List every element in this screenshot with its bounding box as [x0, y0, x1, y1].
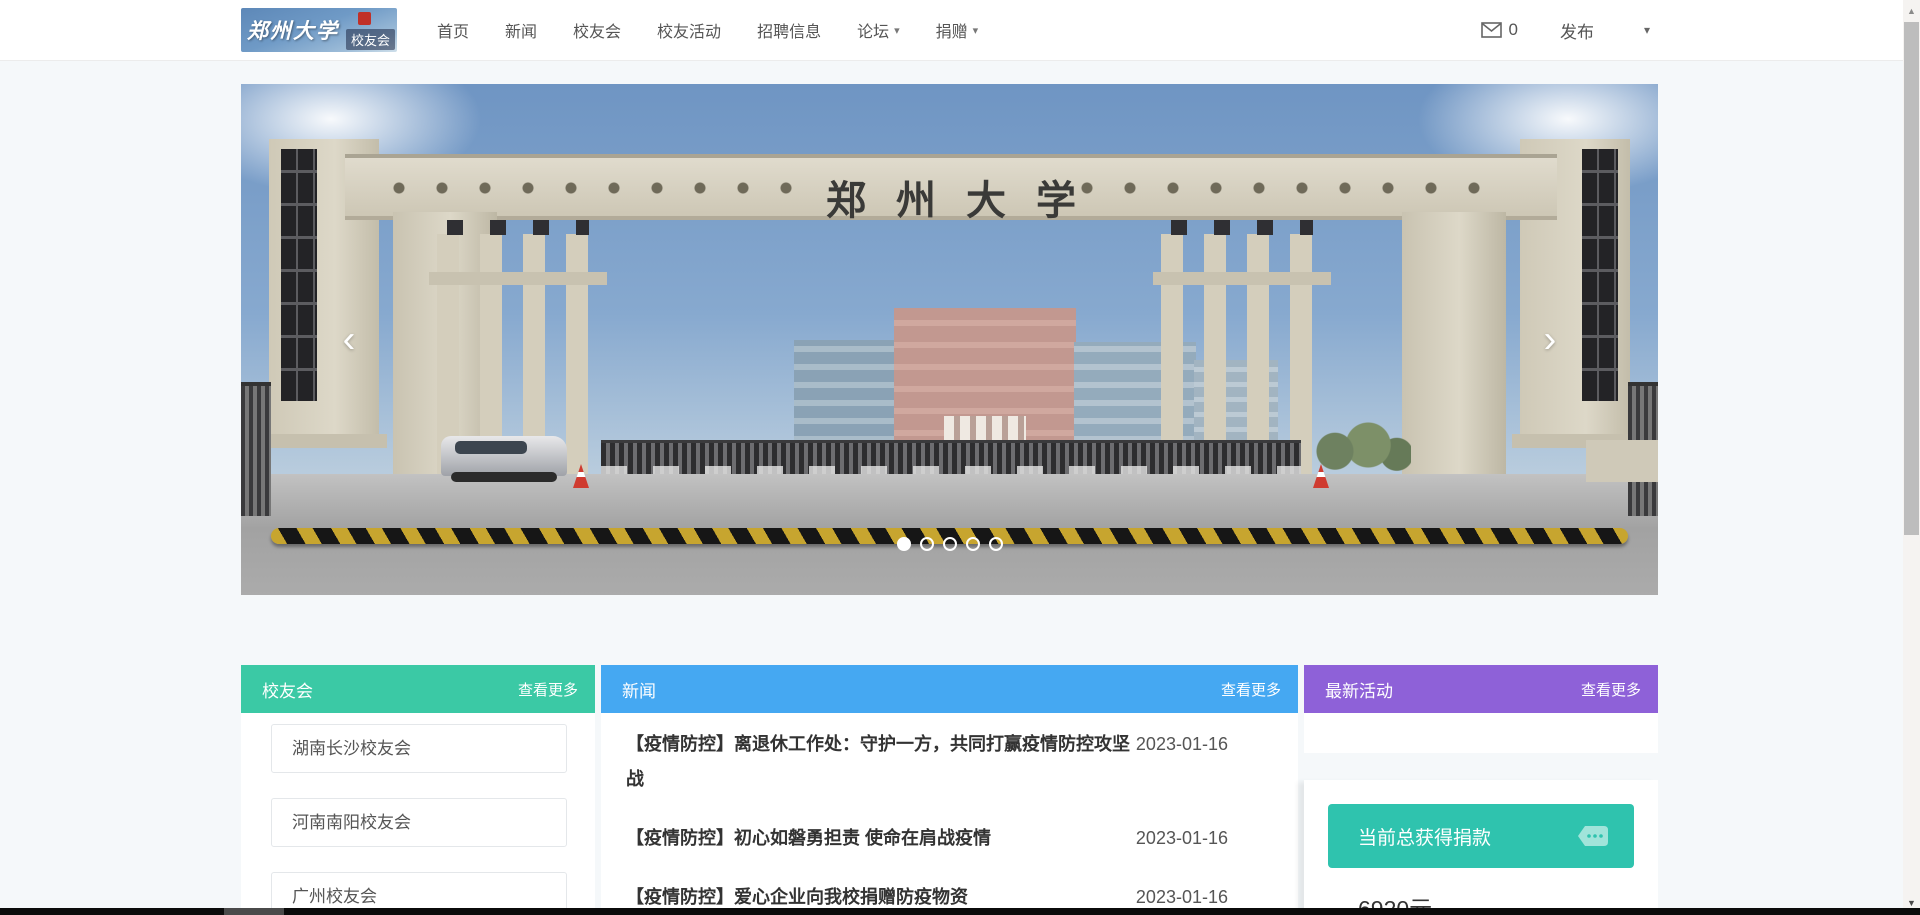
- carousel-dots: [241, 537, 1658, 551]
- donation-label: 当前总获得捐款: [1358, 823, 1491, 850]
- site-logo[interactable]: 郑州大学 校友会: [241, 8, 397, 52]
- alumni-list: 湖南长沙校友会 河南南阳校友会 广州校友会: [241, 713, 595, 908]
- list-item[interactable]: 湖南长沙校友会: [271, 724, 567, 773]
- campus-gate-photo: 郑州大学: [241, 84, 1658, 595]
- content-columns: 校友会 查看更多 湖南长沙校友会 河南南阳校友会 广州校友会 新闻 查看更多 【…: [241, 665, 1658, 908]
- chevron-down-icon: ▾: [973, 24, 979, 37]
- logo-subtitle: 校友会: [346, 29, 395, 50]
- gate-emblems-left: [391, 180, 821, 196]
- activity-list-empty: [1304, 713, 1658, 753]
- donation-card: 当前总获得捐款 6920元: [1304, 780, 1658, 915]
- list-item[interactable]: 广州校友会: [271, 872, 567, 908]
- news-date: 2023-01-16: [1136, 727, 1228, 762]
- scrollbar-thumb[interactable]: [1904, 22, 1919, 535]
- carousel-dot-2[interactable]: [920, 537, 934, 551]
- trees: [1316, 414, 1411, 476]
- alumni-header: 校友会 查看更多: [241, 665, 595, 713]
- hero-carousel: 郑州大学 ‹ ›: [241, 84, 1658, 595]
- tag-icon: [1576, 823, 1610, 849]
- bottom-edge-bar: [0, 908, 1920, 915]
- scroll-up-arrow[interactable]: ▲: [1903, 2, 1920, 19]
- news-title[interactable]: 【疫情防控】爱心企业向我校捐赠防疫物资: [626, 880, 968, 908]
- donation-banner: 当前总获得捐款: [1328, 804, 1634, 868]
- news-more-link[interactable]: 查看更多: [1221, 679, 1281, 700]
- alumni-section: 校友会 查看更多 湖南长沙校友会 河南南阳校友会 广州校友会: [241, 665, 595, 908]
- news-section: 新闻 查看更多 【疫情防控】离退休工作处：守护一方，共同打赢疫情防控攻坚战 20…: [601, 665, 1298, 908]
- news-list: 【疫情防控】离退休工作处：守护一方，共同打赢疫情防控攻坚战 2023-01-16…: [601, 713, 1298, 908]
- gate-pier-right: [1402, 212, 1506, 484]
- logo-title: 郑州大学: [247, 15, 339, 45]
- top-navbar: 郑州大学 校友会 首页 新闻 校友会 校友活动 招聘信息 论坛▾ 捐赠▾ 0 发…: [0, 0, 1903, 61]
- user-menu-caret[interactable]: ▾: [1636, 19, 1658, 41]
- carousel-dot-5[interactable]: [989, 537, 1003, 551]
- alumni-more-link[interactable]: 查看更多: [518, 679, 578, 700]
- section-title: 最新活动: [1325, 677, 1393, 702]
- list-item[interactable]: 河南南阳校友会: [271, 798, 567, 847]
- message-count: 0: [1509, 20, 1518, 40]
- scrollbar[interactable]: ▲ ▼: [1903, 0, 1920, 915]
- gate-emblems-right: [1079, 180, 1509, 196]
- news-title[interactable]: 【疫情防控】初心如磐勇担责 使命在肩战疫情: [626, 821, 991, 856]
- nav-item-donate[interactable]: 捐赠▾: [936, 18, 979, 42]
- section-title: 校友会: [262, 677, 313, 702]
- news-date: 2023-01-16: [1136, 821, 1228, 856]
- chevron-down-icon: ▾: [894, 24, 900, 37]
- news-row[interactable]: 【疫情防控】爱心企业向我校捐赠防疫物资 2023-01-16: [626, 880, 1228, 908]
- carousel-dot-4[interactable]: [966, 537, 980, 551]
- publish-button[interactable]: 发布: [1560, 18, 1594, 43]
- logo-seal-icon: [358, 12, 371, 25]
- carousel-next-button[interactable]: ›: [1530, 318, 1570, 361]
- carousel-dot-1[interactable]: [897, 537, 911, 551]
- news-header: 新闻 查看更多: [601, 665, 1298, 713]
- news-date: 2023-01-16: [1136, 880, 1228, 908]
- activity-header: 最新活动 查看更多: [1304, 665, 1658, 713]
- main-nav: 首页 新闻 校友会 校友活动 招聘信息 论坛▾ 捐赠▾: [437, 18, 978, 42]
- nav-item-forum[interactable]: 论坛▾: [857, 18, 900, 42]
- nav-item-activities[interactable]: 校友活动: [657, 18, 721, 42]
- carousel-prev-button[interactable]: ‹: [329, 318, 369, 361]
- navbar-right: 0 发布 ▾: [1481, 18, 1659, 43]
- navbar-inner: 郑州大学 校友会 首页 新闻 校友会 校友活动 招聘信息 论坛▾ 捐赠▾ 0 发…: [241, 0, 1658, 60]
- activity-section: 最新活动 查看更多 当前总获得捐款 6920元: [1304, 665, 1658, 908]
- carousel-dot-3[interactable]: [943, 537, 957, 551]
- news-title[interactable]: 【疫情防控】离退休工作处：守护一方，共同打赢疫情防控攻坚战: [626, 727, 1136, 797]
- nav-item-alumni[interactable]: 校友会: [573, 18, 621, 42]
- parked-car: [441, 436, 567, 476]
- nav-item-jobs[interactable]: 招聘信息: [757, 18, 821, 42]
- nav-item-home[interactable]: 首页: [437, 18, 469, 42]
- news-row[interactable]: 【疫情防控】离退休工作处：守护一方，共同打赢疫情防控攻坚战 2023-01-16: [626, 727, 1228, 797]
- gate-sign-text: 郑州大学: [345, 168, 1557, 226]
- envelope-icon: [1481, 22, 1502, 38]
- nav-item-news[interactable]: 新闻: [505, 18, 537, 42]
- section-title: 新闻: [622, 677, 656, 702]
- news-row[interactable]: 【疫情防控】初心如磐勇担责 使命在肩战疫情 2023-01-16: [626, 821, 1228, 856]
- activity-more-link[interactable]: 查看更多: [1581, 679, 1641, 700]
- messages-button[interactable]: 0: [1481, 20, 1518, 40]
- side-fence-left: [241, 382, 271, 516]
